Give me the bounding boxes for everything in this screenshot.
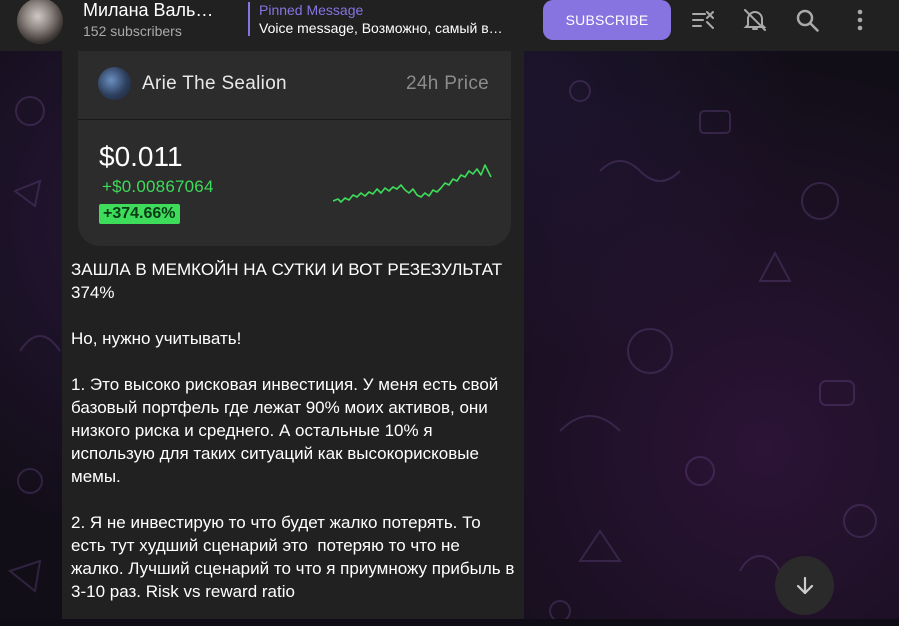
subscribe-button[interactable]: SUBSCRIBE: [543, 0, 671, 40]
subscriber-count: 152 subscribers: [83, 23, 182, 39]
price-sparkline: [333, 164, 492, 203]
percent-change-badge: +374.66%: [99, 204, 180, 224]
arrow-down-icon: [796, 576, 813, 594]
livestream-icon[interactable]: [690, 8, 716, 32]
search-icon[interactable]: [795, 8, 821, 32]
pinned-message-text: Voice message, Возможно, самый в…: [259, 20, 503, 36]
chat-header: Милана Валь… 152 subscribers Pinned Mess…: [0, 0, 899, 51]
message-paragraph: Но, нужно учитывать!: [71, 329, 242, 348]
token-logo: [98, 67, 131, 100]
price-delta: +$0.00867064: [102, 177, 214, 196]
channel-avatar[interactable]: [17, 0, 63, 44]
price-card-image[interactable]: Arie The Sealion 24h Price $0.011 +$0.00…: [78, 51, 511, 246]
pinned-message-title: Pinned Message: [259, 2, 364, 18]
more-icon[interactable]: [847, 8, 873, 32]
pinned-message-bar[interactable]: Pinned Message Voice message, Возможно, …: [248, 2, 519, 36]
message-text: ЗАШЛА В МЕМКОЙН НА СУТКИ И ВОТ РЕЗЕЗУЛЬТ…: [71, 258, 516, 626]
token-name: Arie The Sealion: [142, 73, 287, 94]
token-price: $0.011: [99, 141, 183, 172]
scroll-down-button[interactable]: [775, 556, 834, 615]
message-paragraph: 2. Я не инвестирую то что будет жалко по…: [71, 513, 515, 601]
price-card-header: Arie The Sealion 24h Price: [78, 51, 511, 120]
message-paragraph: ЗАШЛА В МЕМКОЙН НА СУТКИ И ВОТ РЕЗЕЗУЛЬТ…: [71, 260, 507, 302]
price-period-label: 24h Price: [406, 73, 489, 94]
message-paragraph: 1. Это высоко рисковая инвестиция. У мен…: [71, 375, 504, 486]
mute-icon[interactable]: [742, 8, 768, 32]
channel-title[interactable]: Милана Валь…: [83, 0, 223, 21]
